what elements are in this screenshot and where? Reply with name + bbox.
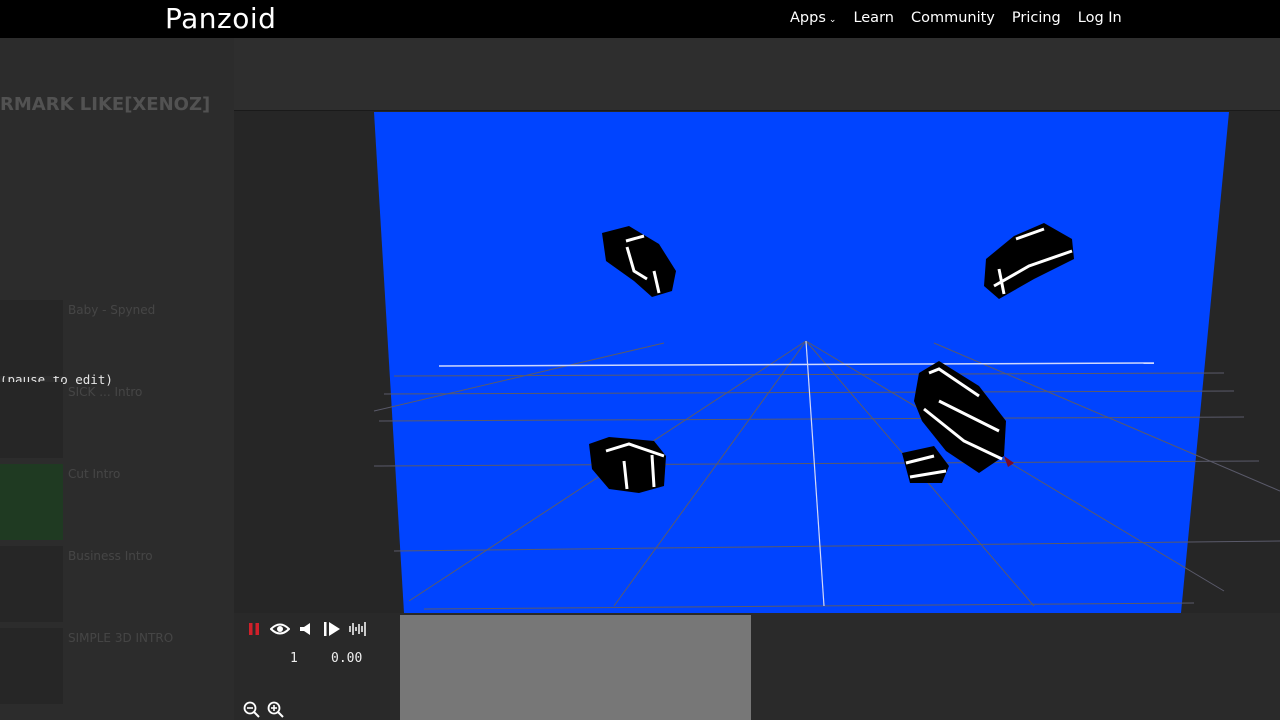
- 3d-preview-canvas[interactable]: [234, 111, 1280, 613]
- timeline-panel: 1 0.00: [234, 613, 1280, 720]
- panzoid-logo[interactable]: Panzoid: [165, 2, 276, 35]
- related-title: Baby - Spyned: [68, 303, 156, 317]
- related-item[interactable]: SIMPLE 3D INTRO: [0, 628, 234, 704]
- preview-scene: [373, 112, 1280, 613]
- zoom-out-icon[interactable]: [242, 701, 262, 719]
- chevron-down-icon: ⌄: [828, 15, 837, 25]
- nav-community[interactable]: Community: [911, 10, 995, 26]
- waveform-icon[interactable]: [348, 619, 368, 639]
- related-thumbnail: [0, 546, 63, 622]
- related-title: Cut Intro: [68, 467, 121, 481]
- top-navbar: Panzoid Apps ⌄ Learn Community Pricing Lo…: [0, 0, 1280, 38]
- frame-number: 1: [290, 651, 298, 666]
- zoom-in-icon[interactable]: [266, 701, 286, 719]
- nav-apps[interactable]: Apps ⌄: [790, 10, 836, 26]
- related-item[interactable]: SICK ... Intro: [0, 382, 234, 458]
- timeline-empty-area: [751, 613, 1280, 720]
- pause-icon[interactable]: [244, 619, 264, 639]
- related-title: Business Intro: [68, 549, 153, 563]
- project-sidebar: RMARK LIKE[XENOZ] (pause to edit) Baby -…: [0, 38, 234, 720]
- nav-pricing[interactable]: Pricing: [1012, 10, 1061, 26]
- main-nav: Apps ⌄ Learn Community Pricing Log In: [790, 10, 1122, 26]
- related-item[interactable]: Baby - Spyned: [0, 300, 234, 376]
- playback-controls: [244, 619, 368, 639]
- nav-apps-label: Apps: [790, 10, 826, 26]
- related-thumbnail: [0, 628, 63, 704]
- timeline-track[interactable]: [400, 615, 751, 720]
- related-thumbnail: [0, 464, 63, 540]
- time-readout: 0.00: [331, 651, 363, 666]
- nav-login[interactable]: Log In: [1078, 10, 1122, 26]
- related-title: SIMPLE 3D INTRO: [68, 631, 174, 645]
- related-item[interactable]: Business Intro: [0, 546, 234, 622]
- step-forward-icon[interactable]: [322, 619, 342, 639]
- properties-panel: [234, 38, 1280, 112]
- related-title: SICK ... Intro: [68, 385, 143, 399]
- related-item[interactable]: Cut Intro: [0, 464, 234, 540]
- volume-icon[interactable]: [296, 619, 316, 639]
- nav-learn[interactable]: Learn: [853, 10, 894, 26]
- related-thumbnail: [0, 300, 63, 376]
- project-title: RMARK LIKE[XENOZ]: [0, 94, 211, 115]
- eye-icon[interactable]: [270, 619, 290, 639]
- related-thumbnail: [0, 382, 63, 458]
